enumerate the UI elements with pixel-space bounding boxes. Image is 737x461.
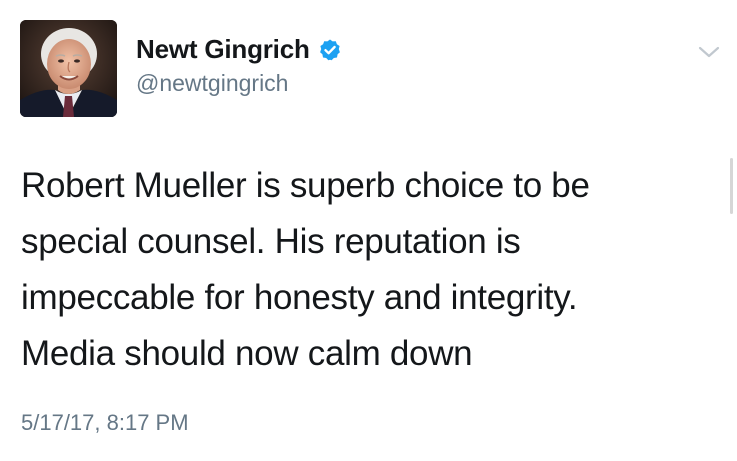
author-name-row: Newt Gingrich	[136, 34, 342, 65]
tweet-text-line: Robert Mueller is superb choice to be	[21, 166, 590, 205]
tweet-text: Robert Mueller is superb choice to be sp…	[21, 158, 721, 382]
scrollbar[interactable]	[730, 158, 733, 214]
user-avatar-photo	[20, 20, 117, 117]
author-handle[interactable]: @newtgingrich	[136, 70, 288, 97]
tweet-text-line: Media should now calm down	[21, 334, 473, 373]
tweet-text-line: special counsel. His reputation is	[21, 222, 521, 261]
tweet-text-line: impeccable for honesty and integrity.	[21, 278, 578, 317]
chevron-down-icon[interactable]	[696, 42, 722, 62]
avatar[interactable]	[20, 20, 117, 117]
tweet-timestamp[interactable]: 5/17/17, 8:17 PM	[21, 410, 189, 436]
verified-badge-icon	[318, 38, 342, 62]
tweet-card: Newt Gingrich @newtgingrich Robert Muell…	[0, 0, 737, 461]
author-display-name[interactable]: Newt Gingrich	[136, 34, 310, 65]
